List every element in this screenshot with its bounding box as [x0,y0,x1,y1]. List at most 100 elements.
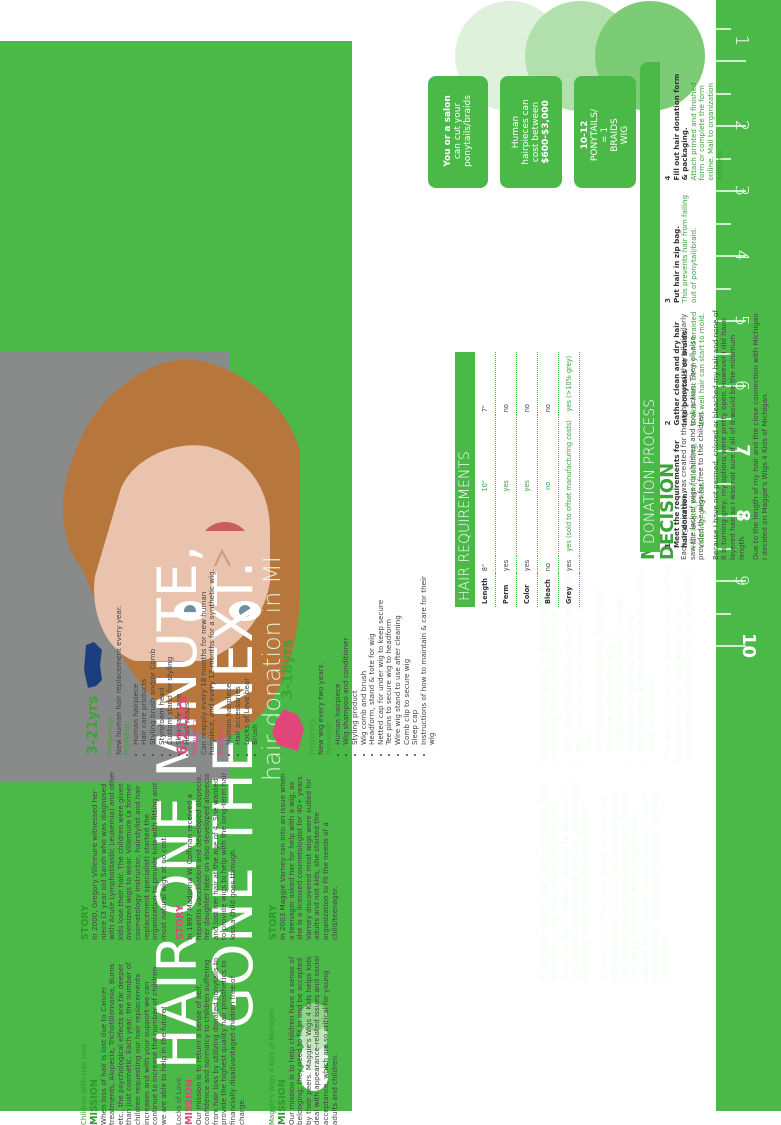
process-step: 1 Meet the requirements for hair donatio… [663,434,724,548]
org3-story-text: In 2003 Maggie Varney ran into an issue … [278,773,339,940]
intro-text-block: It has been over 6 years since I had las… [540,560,781,980]
org-maggies-wigs: Maggie's Wigs 4 Kids of Michigan MISSION… [268,560,436,1125]
intro-paragraph-2: Children With Hair Loss, Locks of Love, … [599,790,672,980]
intro-paragraph-4: This was my third time donating and I wa… [663,564,694,762]
org1-logo: Children With Hair Loss [80,1043,88,1125]
org1-story-text: In 2000, Gregory Villemure witnessed her… [90,771,168,940]
org3-age: 3-18yrs [280,639,296,699]
org2-details: 6-21yrs Frequency: Can reapply every 18 … [175,565,260,755]
row-label: Color [517,574,538,607]
org-children-with-hair-loss: Children With Hair Loss MISSION When los… [80,560,191,1125]
org3-details: 3-18yrs Frequency: New wig every two yea… [268,565,437,755]
requirements-title: HAIR REQUIREMENTS [455,352,475,607]
table-row: Length 8" 10" 7" [475,352,496,607]
step-number: 3 [663,297,672,303]
box3-line4: WIG [620,125,630,145]
step-heading: Meet the requirements for hair donation. [671,440,690,548]
org1-mission: Children With Hair Loss MISSION When los… [80,955,168,1125]
table-row: Grey yes yes (sold to offset manufacturing… [559,352,580,607]
org2-story-text: In 1997 Madonna W. Coffman received a he… [185,772,237,940]
cell: no [538,556,559,575]
row-label: Grey [559,574,580,607]
step-body: Hair length, perm, bleaching, coloring, … [688,442,707,548]
box3-line2: PONYTAILS/ [590,108,600,162]
org2-frequency-text: Can reapply every 18 months for new huma… [198,568,217,755]
table-row: Color yes yes no [517,352,538,607]
org2-mission-text: Our mission is to return a sense of self… [193,957,246,1125]
process-steps: 1 Meet the requirements for hair donatio… [660,62,724,552]
process-step: 4 Fill out hair donation form & packagin… [663,66,724,181]
org2-provided-list: Human hairpiece Hair accessories Locks o… [224,565,259,755]
question-item: What exactly do the children receive fro… [637,562,658,752]
box1-line2: can cut your [453,102,463,160]
cell: yes [496,415,517,557]
row-label: Bleach [538,574,559,607]
org1-mission-text: When loss of hair is lost due to Cancer … [98,962,168,1125]
org3-age-row: 3-18yrs [268,565,308,755]
step-heading: Gather clean and dry hair into ponytails… [671,321,690,426]
org3-story: STORY In 2003 Maggie Varney ran into an … [268,770,339,940]
cell: yes (sold to offset manufacturing costs) [559,415,580,557]
step-number: 2 [663,420,672,426]
info-box-cost: Human hairpieces can cost between $600-$… [500,76,562,188]
requirements-table: Length 8" 10" 7" Perm yes yes no Color yes yes no… [475,352,580,607]
org3-mission: Maggie's Wigs 4 Kids of Michigan MISSION… [268,955,339,1125]
org3-mission-heading: MISSION [276,1079,288,1125]
hair-requirements: HAIR REQUIREMENTS Length 8" 10" 7" Perm yes y… [455,352,580,607]
org2-story: STORY In 1997 Madonna W. Coffman receive… [175,770,238,940]
box1-line3: ponytails/braids [463,95,473,167]
cell: 10" [475,415,496,557]
org3-provided-list: Human hairpiece Wig shampoo and conditio… [333,565,437,755]
question-item: What are the kids receiving the wigs? [616,562,626,752]
intro-paragraph-1: It has been over 6 years since I had las… [540,781,592,980]
step-body: Attach printed and finished form or comp… [688,82,724,181]
cell: yes [496,556,517,575]
cell: yes [517,556,538,575]
box1-line1: You or a salon [443,95,453,167]
cell: no [538,415,559,557]
cell: no [496,352,517,416]
step-body: Braids must be dry and braided and well … [688,311,707,426]
process-step: 3 Put hair in zip bag. This prevents hai… [663,189,724,303]
donation-process: DONATION PROCESS 1 Meet the requirements… [640,62,724,552]
org1-story: STORY In 2000, Gregory Villemure witness… [80,770,168,940]
question-item: How often do the kids get a wig? [626,562,636,752]
cell: yes [559,556,580,575]
usa-map-icon [84,641,102,688]
cell: no [517,352,538,416]
box2-line1: Human [511,115,521,149]
row-label: Length [475,574,496,607]
step-number: 1 [663,542,672,548]
decision-p3: Due to the length of my hair and the clo… [751,313,769,560]
michigan-map-icon [272,709,304,751]
org2-mission-heading: MISSION [183,1079,195,1125]
org3-mission-text: Our mission is to help children have a s… [286,956,339,1125]
org2-mission: Locks of Love MISSION Our mission is to … [175,955,246,1125]
table-row: Perm yes yes no [496,352,517,607]
org1-mission-heading: MISSION [88,1079,100,1125]
info-box-ponytails: 10-12 PONYTAILS/ = 1 BRAIDS WIG [574,76,636,188]
org1-age: 3-21yrs [85,695,101,755]
poster-text-layer: It has been over 6 years since I had las… [0,0,781,1125]
org2-age-row: 6-21yrs [175,565,191,755]
org1-age-row: 3-21yrs [80,565,106,755]
box2-line4: $600-$3,000 [541,100,551,164]
cell: 7" [475,352,496,416]
process-title: DONATION PROCESS [640,62,660,552]
org2-logo: Locks of Love [175,1077,183,1125]
info-box-salon: You or a salon can cut your ponytails/br… [428,76,488,188]
box3-line1: 10-12 [580,120,590,150]
cell: yes (>10% grey) [559,352,580,416]
question-item: Why did the organizations make wigs? [595,562,605,752]
step-number: 4 [663,175,672,181]
org3-logo: Maggie's Wigs 4 Kids of Michigan [268,1008,276,1125]
intro-col-left: It has been over 6 years since I had las… [540,780,781,980]
table-row: Bleach no no no [538,352,559,607]
provided-item: Locks of Love bear [242,565,252,745]
row-label: Perm [496,574,517,607]
cell: yes [517,415,538,557]
org2-age: 6-21yrs [175,695,191,755]
step-body: This prevents hair from falling out of p… [680,194,698,303]
box3-line3: BRAIDS [610,118,620,152]
process-step: 2 Gather clean and dry hair into ponytai… [663,311,724,426]
